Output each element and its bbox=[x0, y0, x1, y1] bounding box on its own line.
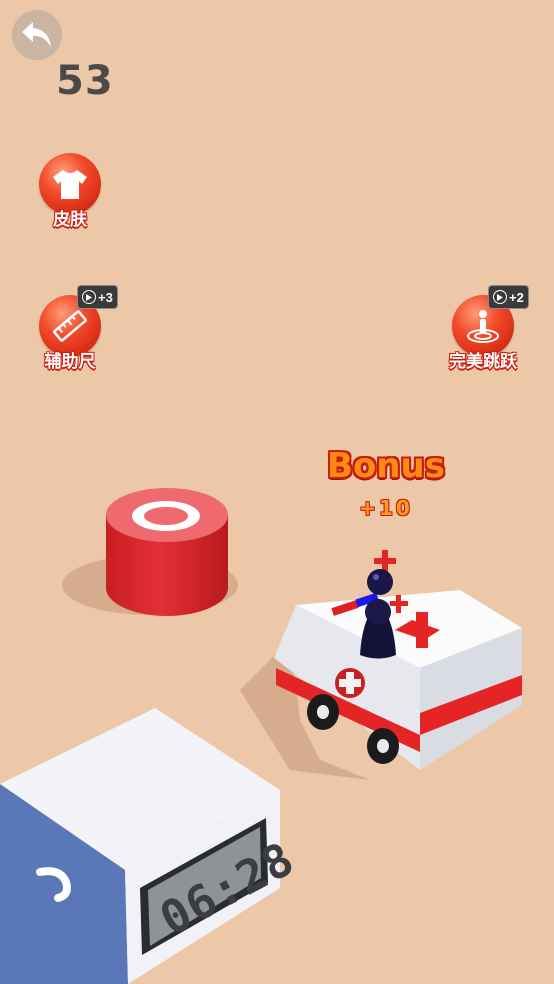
wheel bbox=[307, 694, 339, 730]
video-play-icon bbox=[493, 290, 507, 304]
game-scene: 06:28 bbox=[0, 488, 522, 984]
score-counter: 53 bbox=[56, 58, 114, 104]
back-button[interactable] bbox=[12, 10, 62, 60]
wheel bbox=[367, 728, 399, 764]
bonus-value: +10 bbox=[359, 496, 413, 520]
back-arrow-icon bbox=[22, 22, 51, 47]
video-play-icon bbox=[82, 290, 96, 304]
bonus-title: Bonus bbox=[327, 446, 445, 486]
clock-box-platform: 06:28 bbox=[0, 708, 303, 984]
ruler-icon bbox=[53, 310, 87, 342]
ruler-button[interactable]: 辅助尺 +3 bbox=[15, 285, 125, 375]
ruler-ad-count: +3 bbox=[98, 289, 113, 305]
jump-target-icon bbox=[467, 310, 499, 343]
perfect-jump-ad-badge: +2 bbox=[488, 285, 529, 309]
ruler-label: 辅助尺 bbox=[44, 352, 96, 371]
perfect-jump-label: 完美跳跃 bbox=[449, 352, 517, 371]
player-pawn[interactable] bbox=[360, 569, 396, 659]
skin-button[interactable]: 皮肤 bbox=[15, 153, 125, 233]
tshirt-icon bbox=[53, 170, 87, 199]
perfect-jump-button[interactable]: 完美跳跃 +2 bbox=[428, 285, 538, 375]
ruler-ad-badge: +3 bbox=[77, 285, 118, 309]
perfect-jump-ad-count: +2 bbox=[509, 289, 524, 305]
skin-label: 皮肤 bbox=[53, 210, 87, 229]
cylinder-platform bbox=[62, 488, 238, 616]
